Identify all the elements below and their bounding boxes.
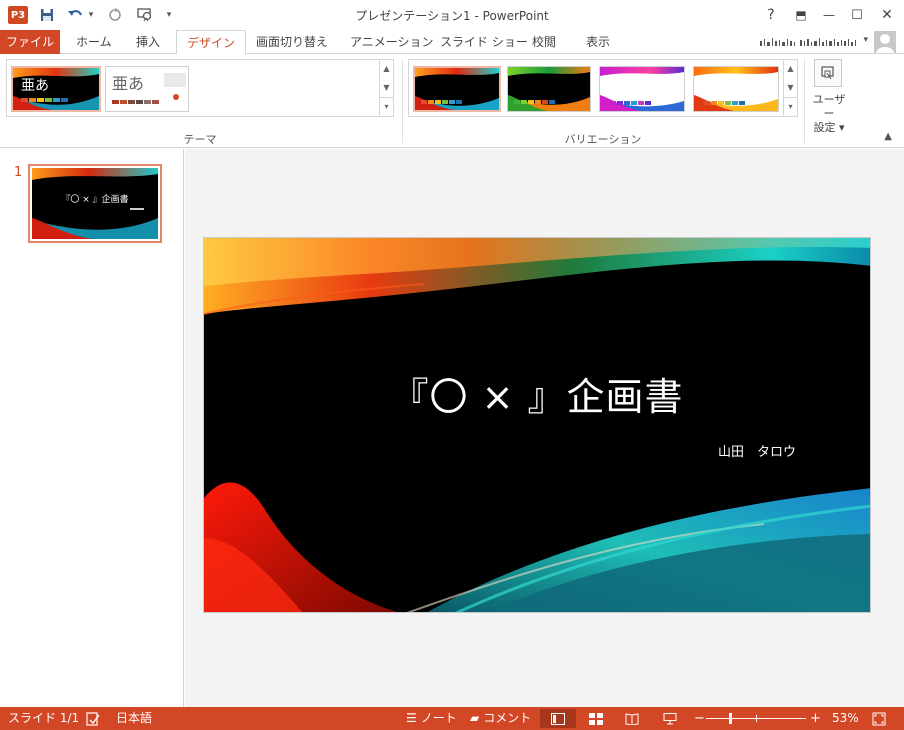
slide-editor: 『〇 × 』企画書 山田 タロウ	[185, 149, 904, 707]
scroll-up-icon[interactable]: ▲	[784, 60, 797, 79]
powerpoint-window: P3 ▾ ▾ プレゼンテーション1 - PowerPoint ? ⬒ — ☐ ✕…	[0, 0, 904, 730]
variant-4[interactable]	[693, 66, 779, 112]
ribbon-tabs: ファイル ホーム 挿入 デザイン 画面切り替え アニメーション スライド ショー…	[0, 30, 904, 55]
comments-label: コメント	[483, 711, 532, 725]
ribbon-separator	[804, 59, 805, 143]
language-indicator[interactable]: 日本語	[116, 707, 152, 730]
zoom-out-button[interactable]: −	[694, 707, 705, 730]
tab-design[interactable]: デザイン	[176, 30, 247, 55]
fit-slide-icon[interactable]	[872, 707, 886, 730]
slide-indicator[interactable]: スライド 1/1	[8, 707, 79, 730]
slide-background	[204, 238, 870, 612]
theme-ion-light[interactable]: 亜あ	[105, 66, 189, 112]
more-variants-icon[interactable]: ▾	[784, 97, 797, 116]
ribbon-display-options-button[interactable]: ⬒	[790, 5, 812, 25]
slideshow-view-button[interactable]	[652, 709, 688, 728]
comment-icon: ▰	[470, 711, 480, 725]
maximize-button[interactable]: ☐	[846, 5, 868, 25]
help-button[interactable]: ?	[760, 5, 782, 25]
spell-check-icon[interactable]	[86, 707, 100, 730]
ribbon-separator	[402, 59, 403, 143]
title-bar: P3 ▾ ▾ プレゼンテーション1 - PowerPoint ? ⬒ — ☐ ✕	[0, 0, 904, 30]
minimize-button[interactable]: —	[818, 5, 840, 25]
zoom-in-button[interactable]: +	[810, 707, 821, 730]
tab-view[interactable]: 表示	[576, 30, 620, 54]
notes-icon: ☰	[406, 711, 417, 725]
avatar[interactable]	[874, 31, 896, 53]
normal-view-button[interactable]	[540, 709, 576, 728]
notes-button[interactable]: ☰ ノート	[406, 707, 457, 730]
scroll-down-icon[interactable]: ▼	[784, 79, 797, 98]
close-button[interactable]: ✕	[876, 5, 898, 25]
zoom-slider-center-tick	[756, 715, 757, 722]
zoom-slider-thumb[interactable]	[729, 713, 732, 724]
slide-thumbnail-pane: 1 『〇 × 』企画書	[0, 149, 184, 707]
themes-group-label: テーマ	[183, 133, 217, 146]
variant-2[interactable]	[507, 66, 591, 112]
comments-button[interactable]: ▰ コメント	[470, 707, 531, 730]
theme-ion-dark[interactable]: 亜あ	[11, 66, 101, 112]
scroll-up-icon[interactable]: ▲	[380, 60, 393, 79]
themes-scrollbar[interactable]: ▲ ▼ ▾	[379, 60, 393, 116]
tab-file[interactable]: ファイル	[0, 30, 60, 54]
variants-gallery: ▲ ▼ ▾	[408, 59, 798, 117]
account-dropdown-icon[interactable]: ▾	[863, 35, 868, 45]
slide-title[interactable]: 『〇 × 』企画書	[204, 366, 870, 421]
ribbon-design: 亜あ 亜あ ▲ ▼ ▾ テーマ ▲ ▼ ▾ バリエーション ユーザー 設定 ▾ …	[0, 55, 904, 148]
variant-3[interactable]	[599, 66, 685, 112]
variant-1[interactable]	[413, 66, 501, 112]
tab-transitions[interactable]: 画面切り替え	[246, 30, 338, 54]
thumb-title: 『〇 × 』企画書	[61, 193, 128, 205]
scroll-down-icon[interactable]: ▼	[380, 79, 393, 98]
themes-gallery: 亜あ 亜あ ▲ ▼ ▾	[6, 59, 394, 117]
tab-animations[interactable]: アニメーション	[340, 30, 444, 54]
customize-button[interactable]: ユーザー 設定 ▾	[808, 57, 850, 134]
tab-home[interactable]: ホーム	[66, 30, 122, 54]
variants-scrollbar[interactable]: ▲ ▼ ▾	[783, 60, 797, 116]
tab-review[interactable]: 校閲	[522, 30, 566, 54]
more-themes-icon[interactable]: ▾	[380, 97, 393, 116]
status-bar: スライド 1/1 日本語 ☰ ノート ▰ コメント − + 53%	[0, 707, 904, 730]
slide-sorter-view-button[interactable]	[578, 709, 614, 728]
slide-thumbnail[interactable]: 『〇 × 』企画書	[28, 164, 162, 243]
account-name-blurred[interactable]	[760, 34, 870, 50]
slide-size-icon	[814, 59, 842, 87]
slide-number: 1	[14, 165, 23, 180]
slide-subtitle[interactable]: 山田 タロウ	[718, 441, 796, 460]
notes-label: ノート	[420, 711, 457, 725]
variants-group-label: バリエーション	[564, 133, 642, 146]
reading-view-button[interactable]	[614, 709, 650, 728]
theme-sample-text: 亜あ	[112, 74, 144, 93]
current-slide[interactable]: 『〇 × 』企画書 山田 タロウ	[203, 237, 871, 613]
zoom-level[interactable]: 53%	[832, 707, 859, 730]
customize-label: ユーザー 設定 ▾	[812, 93, 846, 134]
tab-insert[interactable]: 挿入	[126, 30, 170, 54]
collapse-ribbon-icon[interactable]: ▲	[884, 131, 892, 142]
theme-sample-text: 亜あ	[21, 78, 49, 94]
